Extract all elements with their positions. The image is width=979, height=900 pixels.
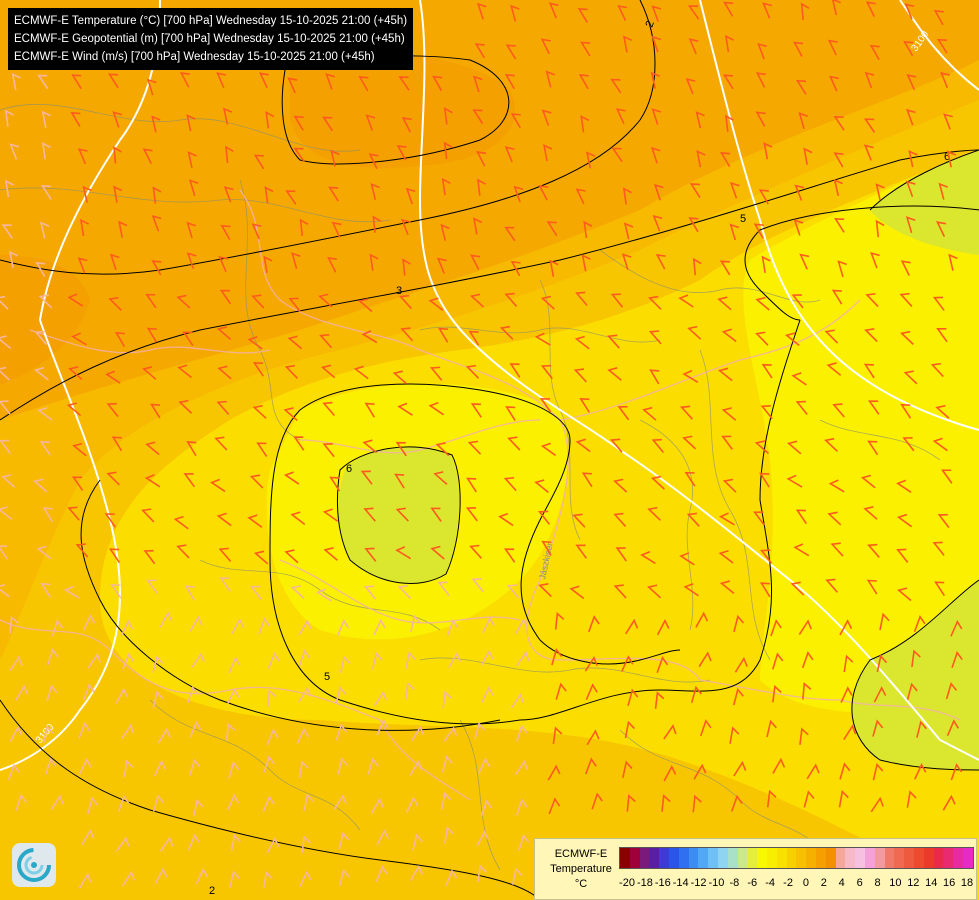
legend-swatch xyxy=(668,848,679,868)
legend-swatch xyxy=(639,848,650,868)
legend-swatch xyxy=(688,848,699,868)
legend-swatch xyxy=(904,848,914,868)
legend-tick-label: -8 xyxy=(729,877,740,889)
legend-swatch xyxy=(845,848,856,868)
legend-tick-label: -4 xyxy=(765,877,776,889)
legend-swatch xyxy=(649,848,660,868)
legend-tick-label: 18 xyxy=(960,877,974,889)
legend-tick-label: -12 xyxy=(690,877,707,889)
legend-swatch xyxy=(806,848,816,868)
legend-ticks: -20 -18 -16 -14 -12 -10 -8 -6 -4 -2 0 2 4 6 8 10 12 14 16 1… xyxy=(619,877,975,891)
ecmwf-logo xyxy=(12,843,56,887)
legend-tick-label: 8 xyxy=(874,877,881,889)
isotherm-label-5-center: 5 xyxy=(324,671,330,683)
legend-swatch xyxy=(913,848,924,868)
legend-tick-label: -2 xyxy=(783,877,793,889)
ecmwf-swirl-icon xyxy=(17,848,51,882)
legend-tick-label: -6 xyxy=(747,877,758,889)
legend-swatch xyxy=(835,848,846,868)
legend-tick-label: 12 xyxy=(907,877,920,889)
legend-tick-label: -20 xyxy=(619,877,635,889)
title-box: ECMWF-E Temperature (°C) [700 hPa] Wedne… xyxy=(8,8,414,70)
legend-swatch xyxy=(659,848,669,868)
legend-swatch xyxy=(874,848,885,868)
legend-swatch xyxy=(629,848,640,868)
legend-swatch xyxy=(884,848,895,868)
legend-title-line2: Temperature xyxy=(550,863,612,875)
isotherm-label-6-center: 6 xyxy=(346,463,352,475)
legend-tick-label: 10 xyxy=(889,877,902,889)
legend-color-bar xyxy=(619,847,974,869)
legend-swatch xyxy=(737,848,748,868)
weather-map: 2 3 5 5 6 6 2 3100 3100 Jászkisér xyxy=(0,0,979,900)
legend-tick-label: 0 xyxy=(802,877,809,889)
title-wind: ECMWF-E Wind (m/s) [700 hPa] Wednesday 1… xyxy=(14,51,375,63)
legend-swatch xyxy=(855,848,865,868)
isotherm-label-3-left: 3 xyxy=(396,285,402,297)
legend-swatch xyxy=(815,848,826,868)
isotherm-label-5-right: 5 xyxy=(740,213,746,225)
legend-swatch xyxy=(698,848,709,868)
legend-swatch xyxy=(943,848,954,868)
legend-swatch xyxy=(953,848,963,868)
legend-swatch xyxy=(708,848,718,868)
legend-swatch xyxy=(766,848,777,868)
legend-unit: °C xyxy=(574,878,588,890)
legend-tick-label: 2 xyxy=(820,877,827,889)
legend-swatch xyxy=(717,848,728,868)
temperature-zone-green-1 xyxy=(338,446,460,584)
legend-tick-label: -18 xyxy=(636,877,653,889)
legend-swatch xyxy=(894,848,905,868)
legend-swatch xyxy=(796,848,807,868)
legend-tick-label: -10 xyxy=(708,877,725,889)
legend-tick-label: 6 xyxy=(856,877,863,889)
legend-tick-label: -14 xyxy=(672,877,689,889)
legend-swatch xyxy=(923,848,934,868)
legend-swatch xyxy=(864,848,875,868)
title-temperature: ECMWF-E Temperature (°C) [700 hPa] Wedne… xyxy=(14,15,408,27)
legend-swatch xyxy=(620,848,630,868)
temperature-legend: ECMWF-E Temperature °C -20 -18 -16 -14 -12 -1… xyxy=(534,838,977,900)
legend-swatch xyxy=(962,848,973,868)
isotherm-label-2-bottom: 2 xyxy=(209,885,215,897)
legend-swatch xyxy=(786,848,797,868)
legend-swatch xyxy=(747,848,758,868)
legend-tick-label: 14 xyxy=(925,877,938,889)
legend-swatch xyxy=(757,848,767,868)
legend-title-line1: ECMWF-E xyxy=(554,848,608,860)
legend-tick-label: -16 xyxy=(654,877,671,889)
legend-tick-label: 16 xyxy=(942,877,956,889)
legend-swatch xyxy=(678,848,689,868)
legend-tick-label: 4 xyxy=(838,877,845,889)
legend-swatch xyxy=(933,848,944,868)
title-geopotential: ECMWF-E Geopotential (m) [700 hPa] Wedne… xyxy=(14,33,405,45)
legend-swatch xyxy=(727,848,738,868)
legend-title: ECMWF-E Temperature °C xyxy=(543,847,619,892)
legend-swatch xyxy=(776,848,787,868)
legend-swatch xyxy=(825,848,836,868)
